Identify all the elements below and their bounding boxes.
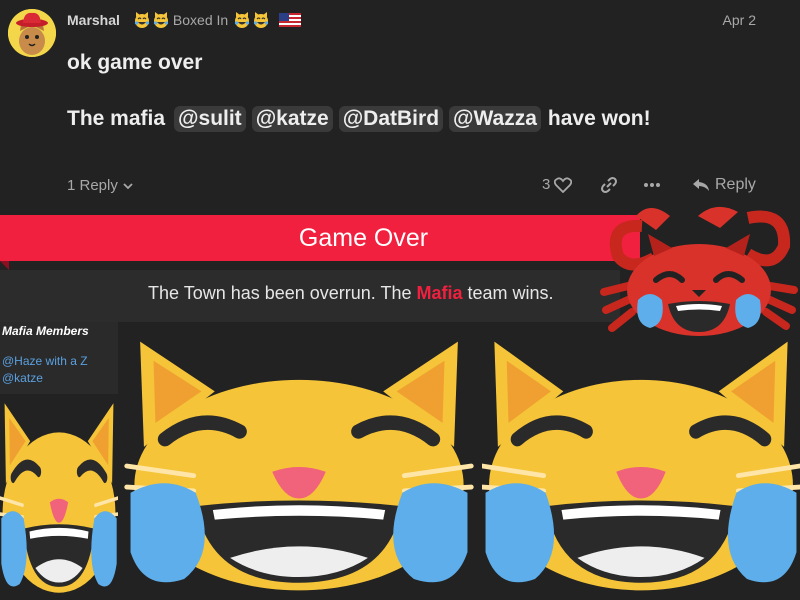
team-name: Mafia xyxy=(416,283,463,303)
reply-label: Reply xyxy=(715,176,756,193)
mention-katze[interactable]: @katze xyxy=(251,106,333,132)
user-avatar[interactable] xyxy=(8,9,56,57)
heart-icon xyxy=(554,176,573,193)
reply-arrow-icon xyxy=(693,179,709,191)
user-flair: Boxed In xyxy=(172,12,229,28)
reply-button[interactable]: Reply xyxy=(692,176,756,194)
crab-joy-sticker xyxy=(600,206,798,336)
announcement-after: team wins. xyxy=(462,283,554,303)
line2-suffix: have won! xyxy=(547,107,651,130)
announcement-text: The Town has been overrun. The Mafia tea… xyxy=(148,283,554,304)
copy-link-button[interactable] xyxy=(600,176,618,198)
like-count: 3 xyxy=(542,176,551,193)
username[interactable]: Marshal xyxy=(67,12,120,28)
joy-cat-sticker xyxy=(118,332,480,600)
link-icon xyxy=(601,177,617,193)
announcement-before: The Town has been overrun. The xyxy=(148,283,417,303)
joy-cat-sticker xyxy=(482,332,800,600)
mention-sulit[interactable]: @sulit xyxy=(174,106,246,132)
mafia-members-panel: Mafia Members @Haze with a Z @katze xyxy=(0,322,118,394)
post-actions: 1 Reply 3 Reply xyxy=(0,172,800,200)
joy-cat-icon xyxy=(134,12,150,28)
banner-fold xyxy=(0,261,9,270)
members-title: Mafia Members xyxy=(2,324,89,338)
member-link[interactable]: @katze xyxy=(2,371,43,385)
member-link[interactable]: @Haze with a Z xyxy=(2,354,88,368)
forum-post: Marshal Boxed In Apr 2 ok game over The … xyxy=(0,0,800,212)
line2-prefix: The mafia xyxy=(67,107,166,130)
post-line-2: The mafia @sulit @katze @DatBird @Wazza … xyxy=(67,106,651,132)
joy-cat-icon xyxy=(153,12,169,28)
joy-cat-sticker xyxy=(0,396,118,600)
like-button[interactable]: 3 xyxy=(542,176,573,193)
post-date[interactable]: Apr 2 xyxy=(723,12,756,28)
joy-cat-icon xyxy=(253,12,269,28)
mention-wazza[interactable]: @Wazza xyxy=(449,106,541,132)
mention-datbird[interactable]: @DatBird xyxy=(338,106,444,132)
more-icon xyxy=(644,183,660,187)
joy-cat-icon xyxy=(234,12,250,28)
us-flag-icon xyxy=(279,13,302,27)
replies-label: 1 Reply xyxy=(67,177,118,194)
post-meta: Marshal Boxed In xyxy=(67,10,302,30)
more-options-button[interactable] xyxy=(643,176,661,198)
cowboy-cat-avatar-icon xyxy=(8,9,56,57)
chevron-down-icon xyxy=(123,182,133,189)
game-over-banner: Game Over xyxy=(0,215,640,261)
show-replies-button[interactable]: 1 Reply xyxy=(67,177,134,194)
post-line-1: ok game over xyxy=(67,51,203,74)
